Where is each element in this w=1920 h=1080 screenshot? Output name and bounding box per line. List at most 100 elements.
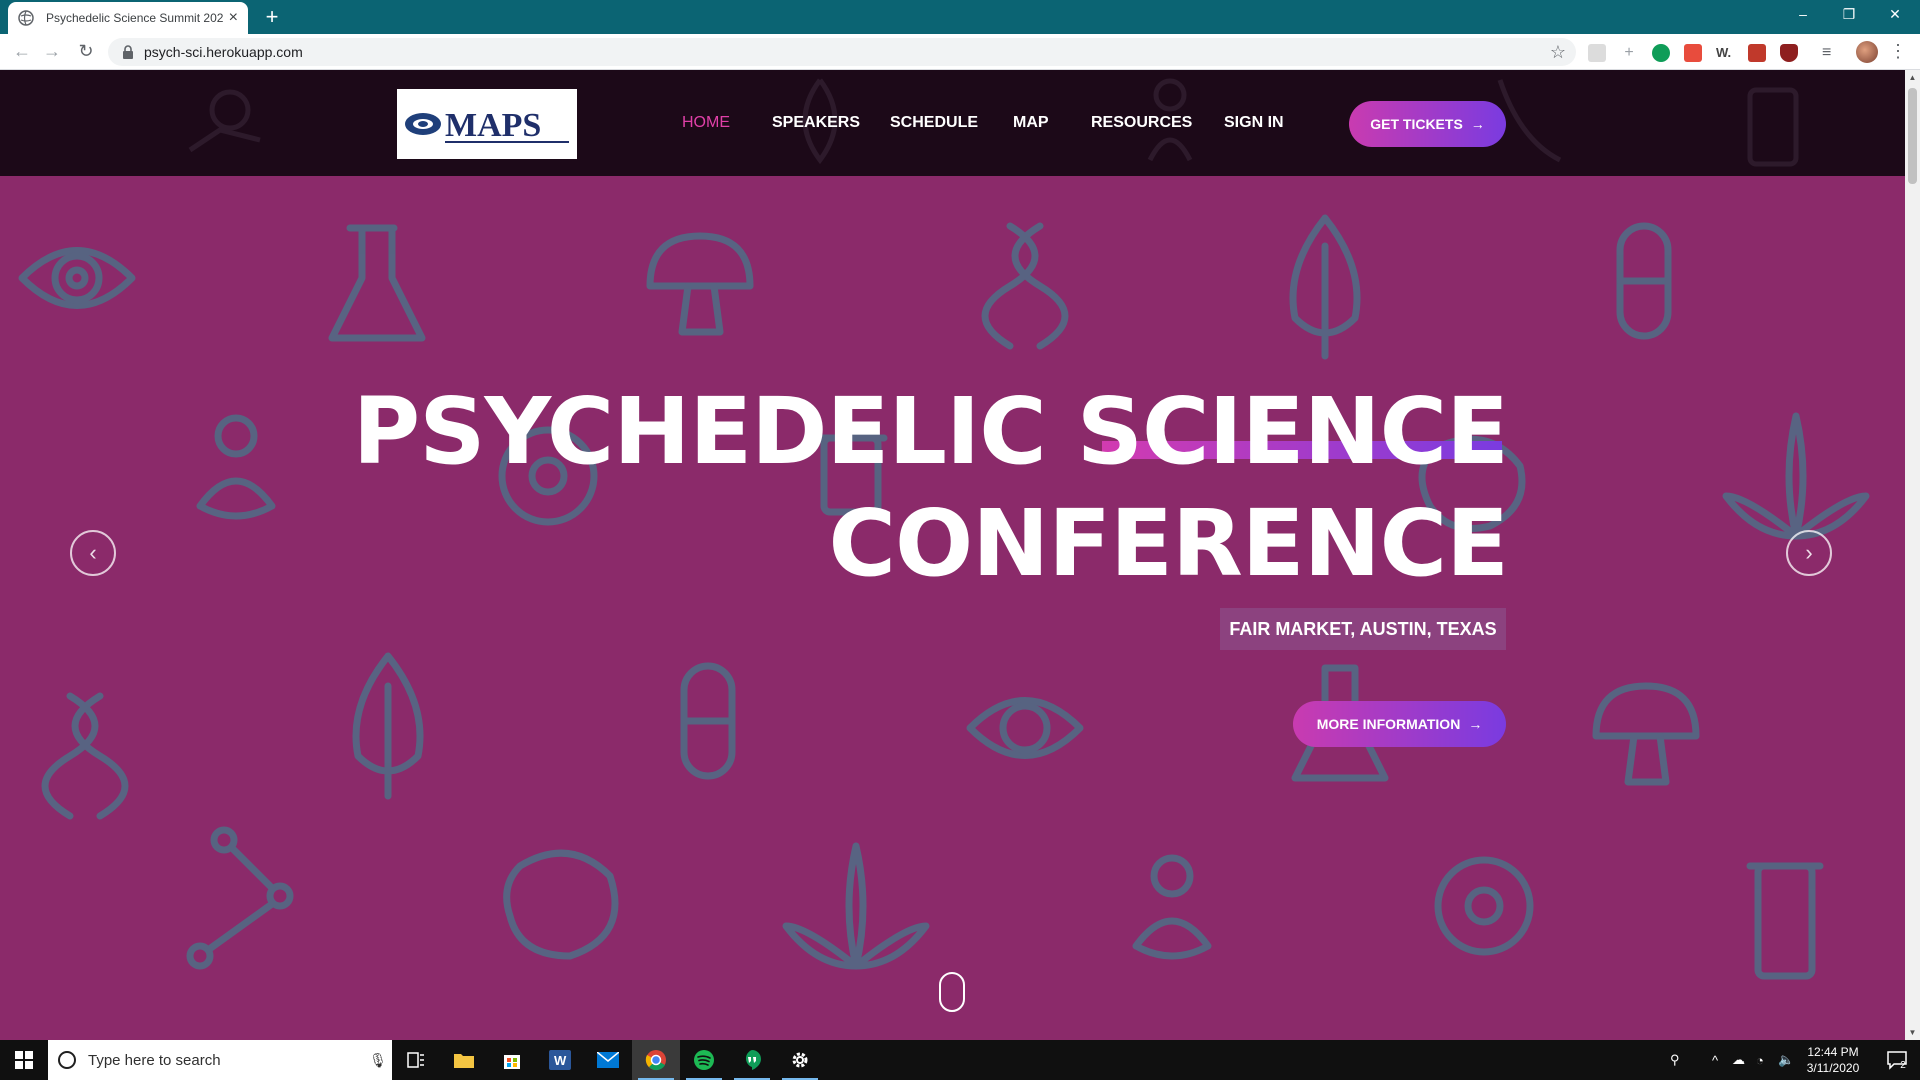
pill-bottle-icon-2 (1746, 862, 1824, 980)
pill-icon (1616, 222, 1672, 340)
network-icon[interactable]: ◔ (1756, 1040, 1764, 1080)
get-tickets-label: GET TICKETS (1370, 116, 1463, 132)
extension-w-icon[interactable]: W. (1716, 44, 1734, 62)
taskbar-search-box[interactable]: Type here to search 🎙 (48, 1040, 392, 1080)
mushroom-icon-2 (1592, 682, 1700, 786)
file-explorer-icon[interactable] (440, 1040, 488, 1080)
url-text: psych-sci.herokuapp.com (144, 44, 303, 60)
hangouts-icon[interactable] (728, 1040, 776, 1080)
tab-title: Psychedelic Science Summit 2020 (46, 11, 223, 25)
arrow-right-icon: → (1468, 716, 1483, 732)
store-icon[interactable] (488, 1040, 536, 1080)
hero-background-pattern (18, 214, 1870, 980)
close-window-button[interactable]: ✕ (1872, 0, 1918, 30)
profile-avatar[interactable] (1856, 41, 1878, 63)
clock-time: 12:44 PM (1807, 1045, 1859, 1059)
search-placeholder: Type here to search (88, 1051, 221, 1069)
nav-home[interactable]: HOME (682, 114, 730, 132)
carousel-prev-button[interactable]: ‹ (70, 530, 116, 576)
spotify-icon[interactable] (680, 1040, 728, 1080)
more-information-label: MORE INFORMATION (1316, 716, 1461, 732)
people-icon[interactable]: ⚲ (1670, 1040, 1680, 1080)
more-information-button[interactable]: MORE INFORMATION → (1293, 701, 1506, 747)
microphone-icon[interactable]: 🎙 (364, 1052, 392, 1069)
globe-icon (18, 10, 34, 26)
cannabis-icon-2 (782, 842, 930, 970)
minimize-button[interactable]: – (1780, 0, 1826, 30)
browser-tab[interactable]: Psychedelic Science Summit 2020 × (8, 2, 248, 34)
meditate-icon (196, 414, 276, 520)
location-badge: FAIR MARKET, AUSTIN, TEXAS (1220, 608, 1506, 650)
arrow-right-icon: → (1470, 116, 1485, 132)
forward-arrow-icon[interactable]: → (40, 40, 64, 64)
get-tickets-button[interactable]: GET TICKETS → (1349, 101, 1506, 147)
scrollbar-thumb[interactable] (1908, 88, 1917, 184)
back-arrow-icon[interactable]: ← (10, 40, 34, 64)
volume-icon[interactable]: 🔈 (1778, 1040, 1794, 1080)
molecule-icon (186, 826, 294, 970)
settings-gear-icon[interactable] (776, 1040, 824, 1080)
extension-red-icon[interactable] (1684, 44, 1702, 62)
onedrive-icon[interactable]: ☁ (1732, 1040, 1745, 1080)
scroll-down-icon[interactable]: ▼ (1905, 1025, 1920, 1040)
lock-icon (123, 45, 133, 59)
scroll-up-icon[interactable]: ▲ (1905, 70, 1920, 85)
extension-plus-icon[interactable]: + (1620, 44, 1638, 62)
eye-icon-2 (966, 697, 1084, 759)
leaf-icon (1289, 214, 1361, 360)
dna-icon-2 (41, 692, 129, 820)
browser-toolbar: ← → ↻ psych-sci.herokuapp.com ☆ + W. ≡ ⋮ (0, 34, 1920, 70)
extension-shield-icon[interactable] (1780, 44, 1798, 62)
nav-speakers[interactable]: SPEAKERS (772, 114, 860, 132)
brain-icon-2 (503, 849, 619, 960)
windows-logo-icon (15, 1051, 33, 1069)
tab-close-icon[interactable]: × (229, 10, 238, 26)
cortana-icon (58, 1051, 76, 1069)
cannabis-icon (1722, 412, 1870, 540)
bookmark-star-icon[interactable]: ☆ (1550, 42, 1566, 63)
address-bar[interactable]: psych-sci.herokuapp.com ☆ (108, 38, 1576, 66)
extension-pocket-icon[interactable] (1748, 44, 1766, 62)
pill-icon-2 (680, 662, 736, 780)
word-icon[interactable]: W (536, 1040, 584, 1080)
nav-resources[interactable]: RESOURCES (1091, 114, 1192, 132)
tray-expand-icon[interactable]: ^ (1712, 1040, 1718, 1080)
mushroom-icon (646, 232, 754, 336)
hero-title: PSYCHEDELIC SCIENCE CONFERENCE (352, 376, 1509, 600)
nav-map[interactable]: MAP (1013, 114, 1049, 132)
action-center-icon[interactable]: 2 (1872, 1040, 1920, 1080)
taskbar-clock[interactable]: 12:44 PM 3/11/2020 (1800, 1044, 1866, 1076)
new-tab-button[interactable]: + (258, 4, 286, 32)
restore-button[interactable]: ❐ (1826, 0, 1872, 30)
extension-icon[interactable] (1588, 44, 1606, 62)
meditate-icon-2 (1132, 854, 1212, 960)
maps-logo-graphic: MAPS (405, 107, 569, 144)
page-viewport: MAPS HOME SPEAKERS SCHEDULE MAP RESOURCE… (0, 70, 1905, 1040)
dna-icon (981, 222, 1069, 350)
reload-icon[interactable]: ↻ (74, 40, 98, 64)
extension-green-icon[interactable] (1652, 44, 1670, 62)
start-button[interactable] (0, 1040, 48, 1080)
notification-count: 2 (1900, 1059, 1906, 1071)
media-control-icon[interactable]: ≡ (1822, 44, 1840, 62)
nav-schedule[interactable]: SCHEDULE (890, 114, 978, 132)
scroll-down-mouse-icon[interactable] (939, 972, 965, 1012)
chrome-icon[interactable] (632, 1040, 680, 1080)
nav-sign-in[interactable]: SIGN IN (1224, 114, 1284, 132)
flower-icon-2 (1434, 856, 1534, 956)
browser-tabstrip: Psychedelic Science Summit 2020 × + – ❐ … (0, 0, 1920, 34)
carousel-next-button[interactable]: › (1786, 530, 1832, 576)
mail-icon[interactable] (584, 1040, 632, 1080)
flask-icon (328, 224, 426, 342)
maps-logo[interactable]: MAPS (397, 89, 577, 159)
site-header: MAPS HOME SPEAKERS SCHEDULE MAP RESOURCE… (0, 70, 1905, 176)
leaf-icon-2 (352, 652, 424, 800)
clock-date: 3/11/2020 (1806, 1061, 1860, 1075)
hero-title-line1: PSYCHEDELIC SCIENCE (352, 378, 1509, 485)
task-view-icon[interactable] (392, 1040, 440, 1080)
page-scrollbar[interactable]: ▲ ▼ (1905, 70, 1920, 1040)
hero-section: PSYCHEDELIC SCIENCE CONFERENCE FAIR MARK… (0, 176, 1905, 1040)
svg-text:W: W (554, 1053, 567, 1068)
browser-menu-icon[interactable]: ⋮ (1888, 40, 1908, 64)
logo-wordmark: MAPS (445, 107, 541, 144)
